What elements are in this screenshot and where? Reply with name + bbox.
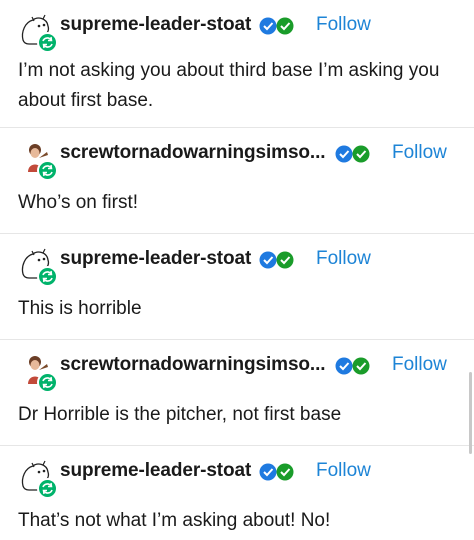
- person-avatar[interactable]: [17, 352, 58, 393]
- username[interactable]: screwtornadowarningsimso...: [60, 354, 326, 376]
- follow-button[interactable]: Follow: [316, 248, 371, 270]
- scrollbar[interactable]: [469, 372, 472, 454]
- username[interactable]: supreme-leader-stoat: [60, 14, 251, 36]
- reblog-icon: [37, 372, 58, 393]
- reblog-icon: [37, 160, 58, 181]
- verified-badges: [258, 250, 296, 270]
- verified-badges: [258, 462, 296, 482]
- reblog-post: supreme-leader-stoat Follow I’m not aski…: [0, 0, 474, 128]
- post-text: Dr Horrible is the pitcher, not first ba…: [18, 404, 342, 425]
- reblog-post: supreme-leader-stoat Follow That’s not w…: [0, 446, 474, 540]
- post-text: Who’s on first!: [18, 192, 139, 213]
- post-text: I’m not asking you about third base I’m …: [18, 60, 440, 111]
- verified-badges: [258, 16, 296, 36]
- reblog-post: supreme-leader-stoat Follow This is horr…: [0, 234, 474, 340]
- person-avatar[interactable]: [17, 140, 58, 181]
- stoat-avatar[interactable]: [17, 458, 58, 499]
- username[interactable]: supreme-leader-stoat: [60, 460, 251, 482]
- verified-badges: [334, 356, 372, 376]
- reblog-icon: [37, 32, 58, 53]
- stoat-avatar[interactable]: [17, 12, 58, 53]
- reblog-post: screwtornadowarningsimso... Follow Who’s…: [0, 128, 474, 234]
- reblog-post: screwtornadowarningsimso... Follow Dr Ho…: [0, 340, 474, 446]
- post-text: That’s not what I’m asking about! No!: [18, 510, 331, 531]
- reblog-icon: [37, 266, 58, 287]
- verified-badges: [334, 144, 372, 164]
- follow-button[interactable]: Follow: [316, 14, 371, 36]
- username[interactable]: screwtornadowarningsimso...: [60, 142, 326, 164]
- reblog-icon: [37, 478, 58, 499]
- post-text: This is horrible: [18, 298, 142, 319]
- stoat-avatar[interactable]: [17, 246, 58, 287]
- follow-button[interactable]: Follow: [316, 460, 371, 482]
- follow-button[interactable]: Follow: [392, 142, 447, 164]
- follow-button[interactable]: Follow: [392, 354, 447, 376]
- username[interactable]: supreme-leader-stoat: [60, 248, 251, 270]
